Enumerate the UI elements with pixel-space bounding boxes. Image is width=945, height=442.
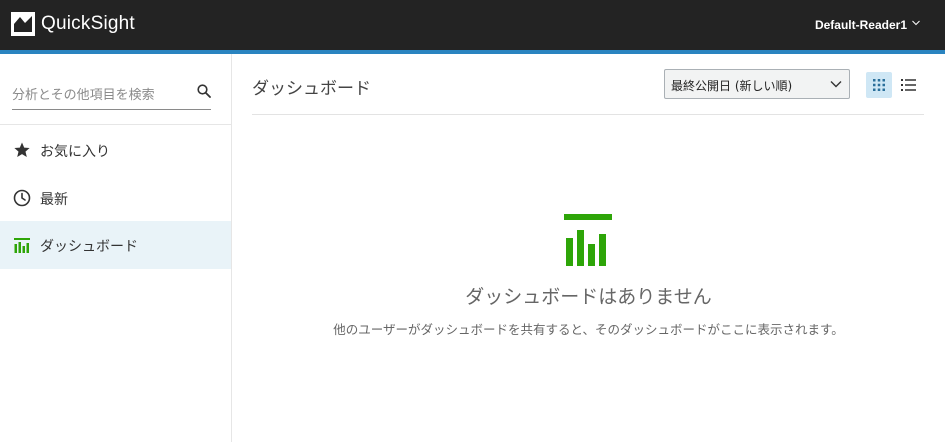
sidebar: お気に入り 最新 ダッシュボード bbox=[0, 54, 232, 442]
sidebar-item-label: 最新 bbox=[40, 192, 68, 208]
list-icon bbox=[901, 79, 916, 91]
quicksight-logo-icon[interactable] bbox=[11, 12, 35, 36]
chevron-down-icon[interactable] bbox=[912, 20, 920, 26]
page-title: ダッシュボード bbox=[252, 79, 371, 99]
header-divider bbox=[252, 114, 924, 115]
star-icon bbox=[14, 142, 30, 157]
app-brand-name[interactable]: QuickSight bbox=[41, 13, 135, 35]
user-menu[interactable]: Default-Reader1 bbox=[815, 18, 921, 32]
dashboard-icon bbox=[14, 238, 30, 253]
sidebar-item-recent[interactable]: 最新 bbox=[0, 174, 231, 222]
sidebar-item-label: ダッシュボード bbox=[40, 239, 138, 255]
chevron-down-icon bbox=[830, 81, 842, 88]
list-view-button[interactable] bbox=[896, 72, 922, 98]
sidebar-item-favorites[interactable]: お気に入り bbox=[0, 126, 231, 174]
user-name[interactable]: Default-Reader1 bbox=[815, 18, 907, 32]
empty-state-title: ダッシュボードはありません bbox=[465, 286, 712, 308]
top-navigation-bar: QuickSight Default-Reader1 bbox=[0, 0, 945, 50]
search-input[interactable] bbox=[12, 84, 192, 106]
dashboard-icon bbox=[564, 214, 612, 266]
sidebar-item-dashboards[interactable]: ダッシュボード bbox=[0, 221, 231, 269]
grid-view-button[interactable] bbox=[866, 72, 892, 98]
sidebar-item-label: お気に入り bbox=[40, 144, 110, 160]
sort-dropdown[interactable]: 最終公開日 (新しい順) bbox=[664, 69, 850, 99]
grid-icon bbox=[873, 79, 885, 91]
sidebar-divider bbox=[0, 124, 231, 125]
search-icon[interactable] bbox=[197, 84, 211, 98]
search-box[interactable] bbox=[12, 84, 211, 110]
clock-icon bbox=[13, 189, 31, 207]
empty-state-message: 他のユーザーがダッシュボードを共有すると、そのダッシュボードがここに表示されます… bbox=[333, 322, 844, 337]
sort-selected-value: 最終公開日 (新しい順) bbox=[671, 79, 793, 93]
main-content: ダッシュボード 最終公開日 (新しい順) ダッシュボードはありません 他のユーザ… bbox=[232, 54, 945, 442]
